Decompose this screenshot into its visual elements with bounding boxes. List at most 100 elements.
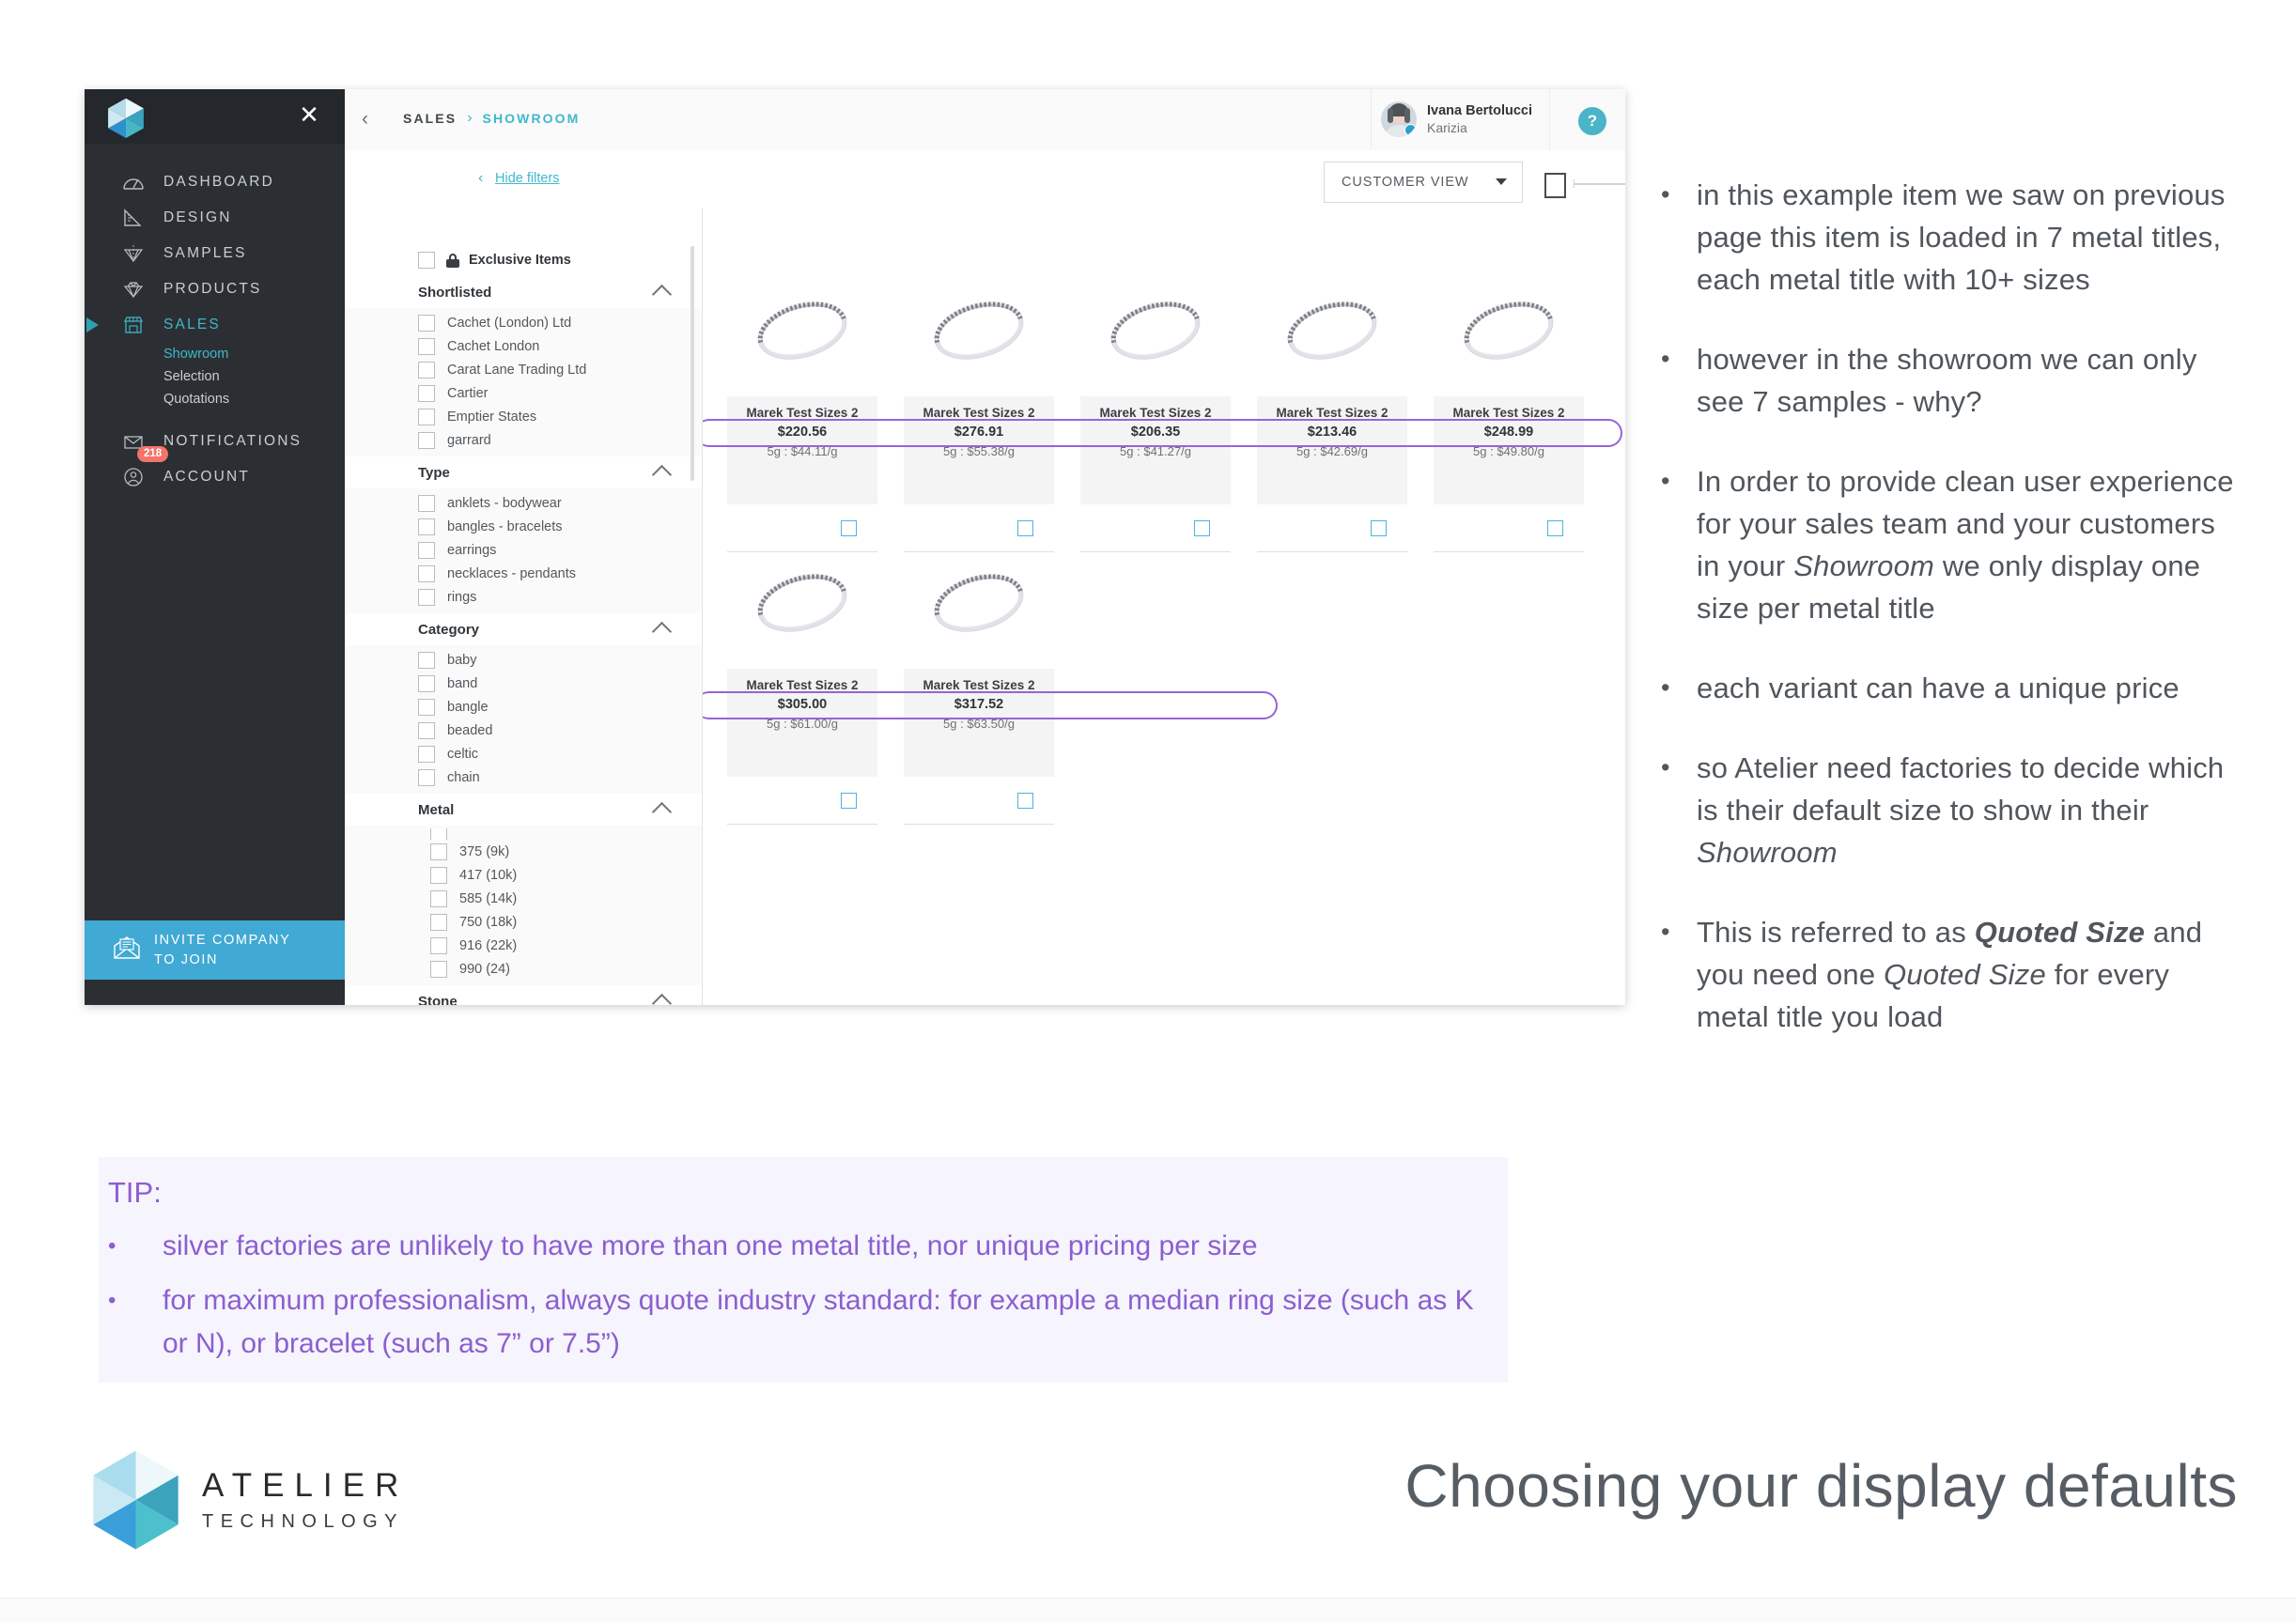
filter-checkbox[interactable]	[418, 518, 435, 535]
filter-option[interactable]: chain	[345, 765, 702, 789]
product-card[interactable]: Marek Test Sizes 2 $213.46 5g : $42.69/g	[1257, 265, 1407, 552]
filter-option[interactable]: bangles - bracelets	[345, 515, 702, 538]
filter-checkbox[interactable]	[430, 866, 447, 884]
filter-option[interactable]: celtic	[345, 742, 702, 765]
filter-checkbox[interactable]	[418, 314, 435, 332]
filter-checkbox[interactable]	[418, 745, 435, 763]
filter-option-label: beaded	[447, 722, 493, 738]
filter-option[interactable]: Emptier States	[345, 405, 702, 428]
filter-option[interactable]: garrard	[345, 428, 702, 452]
filter-checkbox[interactable]	[418, 651, 435, 669]
back-chevron-icon[interactable]: ‹	[362, 108, 368, 131]
filter-checkbox[interactable]	[418, 698, 435, 716]
filter-checkbox[interactable]	[418, 768, 435, 786]
filter-checkbox[interactable]	[430, 936, 447, 954]
chevron-up-icon[interactable]	[651, 993, 673, 1005]
filter-option[interactable]: Cachet London	[345, 334, 702, 358]
filter-scrollbar[interactable]	[690, 246, 694, 481]
product-card[interactable]: Marek Test Sizes 2 $248.99 5g : $49.80/g	[1434, 265, 1584, 552]
single-view-icon[interactable]	[1544, 173, 1566, 198]
filter-checkbox[interactable]	[418, 361, 435, 379]
filter-checkbox[interactable]	[430, 828, 447, 840]
filter-checkbox[interactable]	[418, 337, 435, 355]
sidebar-item-samples[interactable]: SAMPLES	[85, 236, 345, 271]
invite-company-button[interactable]: INVITE COMPANY TO JOIN	[85, 920, 345, 980]
exclusive-items-row[interactable]: Exclusive Items	[345, 244, 702, 276]
customer-view-select[interactable]: CUSTOMER VIEW	[1324, 162, 1523, 203]
hide-filters-link[interactable]: Hide filters	[495, 171, 560, 186]
filter-section-type-header[interactable]: Type	[345, 456, 702, 488]
filter-checkbox[interactable]	[418, 431, 435, 449]
filter-option[interactable]: anklets - bodywear	[345, 491, 702, 515]
filter-option[interactable]: 916 (22k)	[345, 934, 702, 957]
zoom-slider[interactable]	[1574, 179, 1625, 188]
sidebar-item-dashboard[interactable]: DASHBOARD	[85, 164, 345, 200]
filter-checkbox[interactable]	[418, 588, 435, 606]
filter-checkbox[interactable]	[430, 889, 447, 907]
filter-option[interactable]: 990 (24)	[345, 957, 702, 981]
filter-option[interactable]: 585 (14k)	[345, 887, 702, 910]
user-menu[interactable]: Ivana Bertolucci Karizia	[1370, 89, 1550, 149]
breadcrumb-showroom[interactable]: SHOWROOM	[483, 111, 581, 126]
filter-section-stone-header[interactable]: Stone	[345, 985, 702, 1005]
chevron-up-icon[interactable]	[651, 801, 673, 823]
product-checkbox[interactable]	[1371, 519, 1387, 536]
filter-option[interactable]: 375 (9k)	[345, 840, 702, 863]
filter-section-shortlisted-header[interactable]: Shortlisted	[345, 276, 702, 308]
sidebar-item-showroom[interactable]: Showroom	[163, 343, 345, 365]
chevron-up-icon[interactable]	[651, 621, 673, 642]
product-card[interactable]: Marek Test Sizes 2 $317.52 5g : $63.50/g	[904, 537, 1054, 825]
sidebar-item-quotations[interactable]: Quotations	[163, 388, 345, 410]
product-checkbox[interactable]	[841, 792, 857, 809]
filter-checkbox[interactable]	[418, 674, 435, 692]
filter-checkbox[interactable]	[430, 960, 447, 978]
filter-checkbox[interactable]	[430, 842, 447, 860]
close-icon[interactable]: ✕	[296, 102, 322, 129]
sidebar-item-selection[interactable]: Selection	[163, 365, 345, 388]
product-card[interactable]: Marek Test Sizes 2 $276.91 5g : $55.38/g	[904, 265, 1054, 552]
filter-option[interactable]: band	[345, 672, 702, 695]
product-checkbox[interactable]	[1017, 519, 1033, 536]
filter-checkbox[interactable]	[418, 384, 435, 402]
product-checkbox[interactable]	[1017, 792, 1033, 809]
chevron-up-icon[interactable]	[651, 464, 673, 486]
filter-option[interactable]: 750 (18k)	[345, 910, 702, 934]
help-icon[interactable]: ?	[1578, 107, 1606, 135]
filter-option[interactable]: beaded	[345, 719, 702, 742]
filter-option-clipped[interactable]	[345, 828, 702, 840]
filter-option[interactable]: earrings	[345, 538, 702, 562]
filter-checkbox[interactable]	[418, 494, 435, 512]
filter-section-metal-header[interactable]: Metal	[345, 794, 702, 826]
product-checkbox[interactable]	[1194, 519, 1210, 536]
sidebar-item-account[interactable]: ACCOUNT	[85, 459, 345, 495]
filter-checkbox[interactable]	[418, 721, 435, 739]
sidebar-item-notifications[interactable]: 218 NOTIFICATIONS	[85, 424, 345, 462]
filter-section-category-header[interactable]: Category	[345, 613, 702, 645]
filter-option[interactable]: baby	[345, 648, 702, 672]
filter-option[interactable]: bangle	[345, 695, 702, 719]
filter-checkbox[interactable]	[418, 564, 435, 582]
product-checkbox[interactable]	[1547, 519, 1563, 536]
filter-option[interactable]: rings	[345, 585, 702, 609]
chevron-up-icon[interactable]	[651, 284, 673, 305]
sidebar-item-design[interactable]: DESIGN	[85, 200, 345, 236]
filter-option[interactable]: Cachet (London) Ltd	[345, 311, 702, 334]
filter-option[interactable]: Cartier	[345, 381, 702, 405]
product-card[interactable]: Marek Test Sizes 2 $220.56 5g : $44.11/g	[727, 265, 877, 552]
filter-checkbox[interactable]	[418, 541, 435, 559]
product-card[interactable]: Marek Test Sizes 2 $305.00 5g : $61.00/g	[727, 537, 877, 825]
filter-checkbox[interactable]	[418, 408, 435, 425]
filter-option[interactable]: 417 (10k)	[345, 863, 702, 887]
breadcrumb-sales[interactable]: SALES	[403, 111, 457, 126]
filter-option[interactable]: necklaces - pendants	[345, 562, 702, 585]
filter-option-label: 990 (24)	[459, 961, 511, 977]
exclusive-items-checkbox[interactable]	[418, 252, 435, 269]
sidebar-item-sales[interactable]: SALES	[85, 307, 345, 343]
product-meta: Marek Test Sizes 2 $305.00 5g : $61.00/g	[727, 669, 877, 777]
filter-checkbox[interactable]	[430, 913, 447, 931]
sidebar-item-products[interactable]: PRODUCTS	[85, 271, 345, 307]
product-card[interactable]: Marek Test Sizes 2 $206.35 5g : $41.27/g	[1080, 265, 1231, 552]
product-image	[727, 265, 877, 396]
product-checkbox[interactable]	[841, 519, 857, 536]
filter-option[interactable]: Carat Lane Trading Ltd	[345, 358, 702, 381]
